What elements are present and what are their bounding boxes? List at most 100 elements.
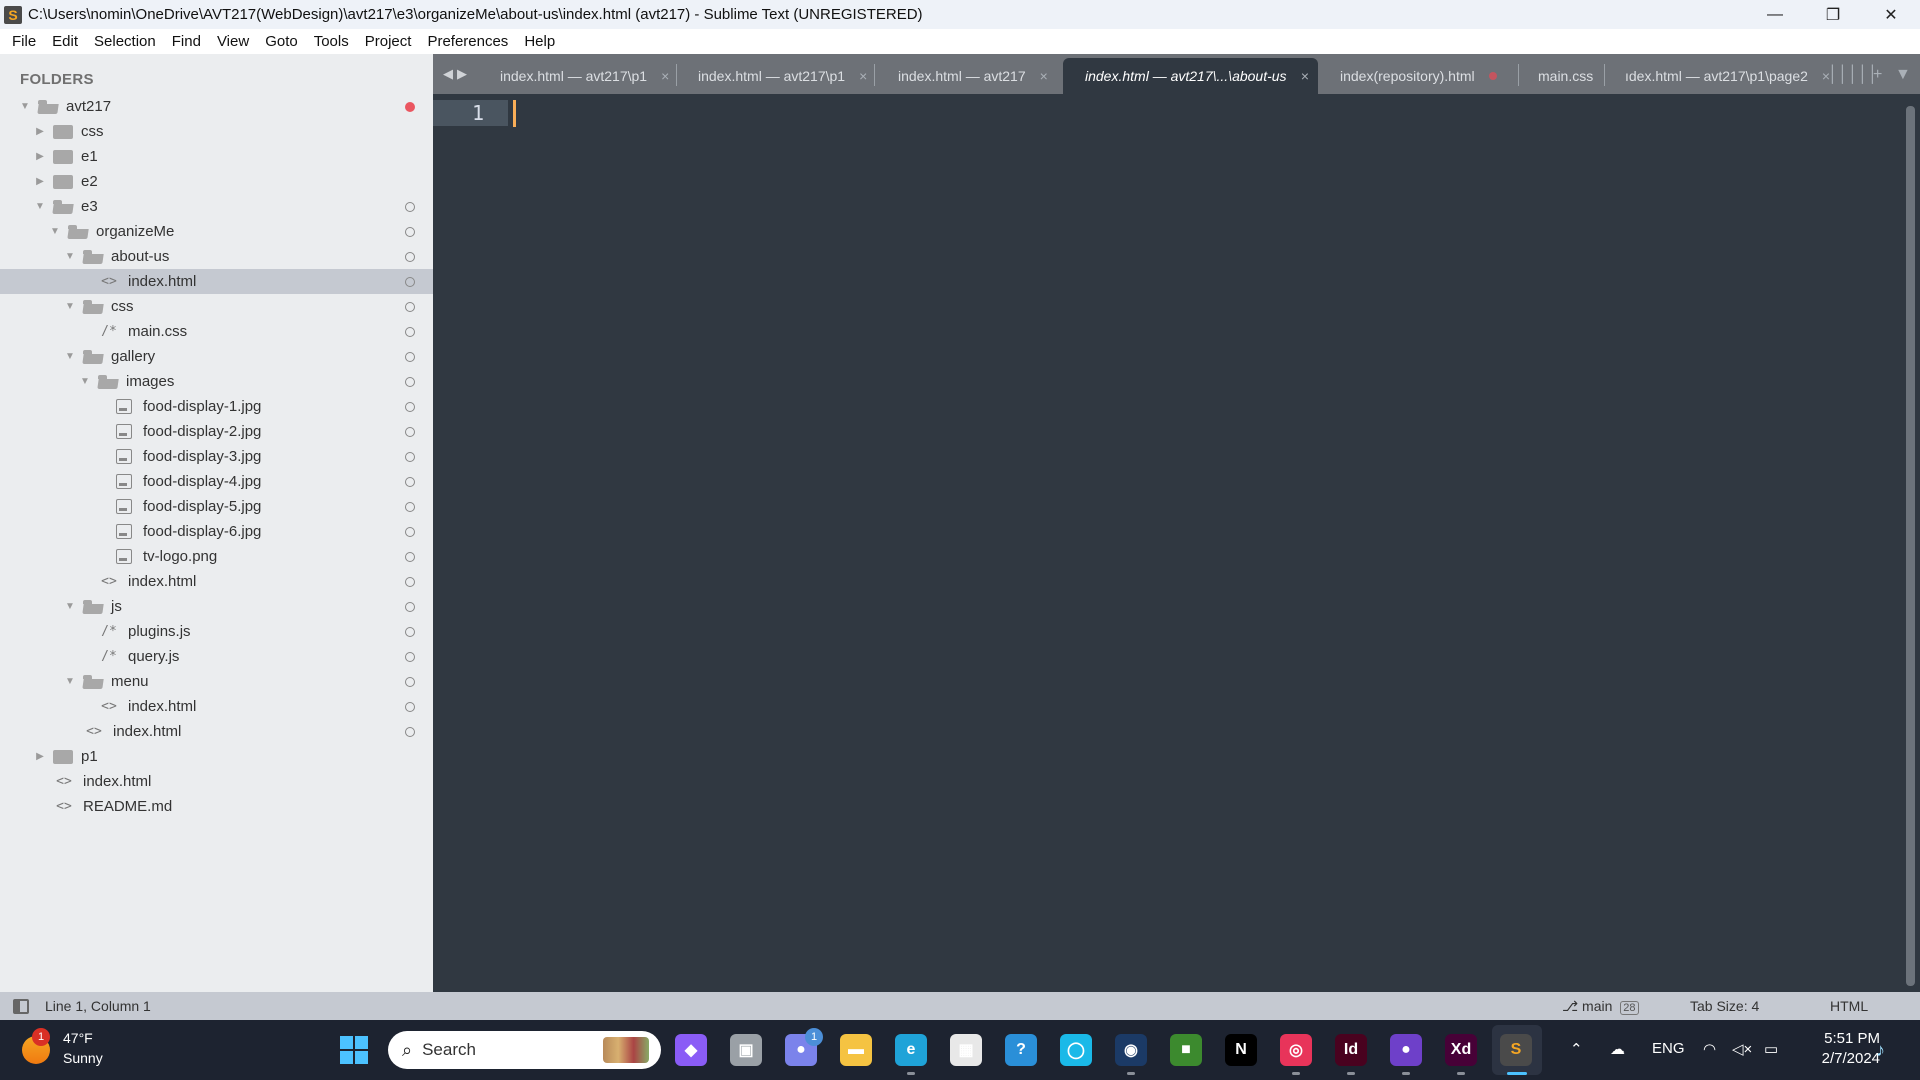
menu-help[interactable]: Help [516, 33, 563, 50]
unsaved-changes-icon[interactable] [1488, 72, 1497, 80]
tree-file[interactable]: /* query.js [0, 644, 433, 669]
edge-icon[interactable]: e [895, 1034, 927, 1066]
show-hidden-icons-icon[interactable]: ⌃ [1570, 1040, 1583, 1058]
tree-file[interactable]: <> index.html [0, 719, 433, 744]
clock-time[interactable]: 5:51 PM [1810, 1030, 1880, 1047]
editor-tab[interactable]: index(repository).html [1318, 58, 1518, 94]
battery-icon[interactable]: ▭ [1764, 1040, 1778, 1058]
file-explorer-icon[interactable]: ▬ [840, 1034, 872, 1066]
tree-file[interactable]: <> index.html [0, 569, 433, 594]
menu-view[interactable]: View [209, 33, 257, 50]
tree-file[interactable]: <> index.html [0, 269, 433, 294]
new-tab-button[interactable]: + [1873, 66, 1882, 84]
sublime-text-icon[interactable]: S [1500, 1034, 1532, 1066]
creative-cloud-icon[interactable]: ◎ [1280, 1034, 1312, 1066]
tree-file[interactable]: <> index.html [0, 694, 433, 719]
task-view-icon[interactable]: ▣ [730, 1034, 762, 1066]
chevron-down-icon[interactable]: ▼ [20, 101, 30, 112]
tab-overflow-menu-button[interactable]: ▼ [1895, 66, 1911, 84]
editor-tab[interactable]: index.html — avt217\p1 × [676, 58, 874, 94]
tree-file[interactable]: tv-logo.png [0, 544, 433, 569]
tree-folder[interactable]: ▶ e1 [0, 144, 433, 169]
minecraft-icon[interactable]: ■ [1170, 1034, 1202, 1066]
tree-folder[interactable]: ▶ css [0, 119, 433, 144]
adobe-xd-icon[interactable]: Xd [1445, 1034, 1477, 1066]
tree-folder[interactable]: ▼ e3 [0, 194, 433, 219]
clock-date[interactable]: 2/7/2024 [1800, 1050, 1880, 1067]
chevron-down-icon[interactable]: ▼ [50, 226, 60, 237]
steam-icon[interactable]: ◉ [1115, 1034, 1147, 1066]
tree-folder[interactable]: ▶ e2 [0, 169, 433, 194]
git-branch[interactable]: ⎇ main 28 [1562, 998, 1639, 1015]
tree-file[interactable]: <> README.md [0, 794, 433, 819]
volume-muted-icon[interactable]: ◁× [1732, 1040, 1752, 1058]
tree-folder[interactable]: ▼ avt217 [0, 94, 433, 119]
chevron-right-icon[interactable]: ▶ [35, 751, 45, 762]
alexa-icon[interactable]: ◯ [1060, 1034, 1092, 1066]
tree-file[interactable]: food-display-4.jpg [0, 469, 433, 494]
tree-file[interactable]: food-display-2.jpg [0, 419, 433, 444]
microsoft-store-icon[interactable]: ▦ [950, 1034, 982, 1066]
notification-bell-icon[interactable]: ♪ [1876, 1040, 1885, 1061]
chevron-down-icon[interactable]: ▼ [35, 201, 45, 212]
menu-file[interactable]: File [4, 33, 44, 50]
menu-edit[interactable]: Edit [44, 33, 86, 50]
chevron-down-icon[interactable]: ▼ [65, 301, 75, 312]
close-button[interactable]: ✕ [1862, 0, 1920, 29]
chevron-down-icon[interactable]: ▼ [80, 376, 90, 387]
get-help-icon[interactable]: ? [1005, 1034, 1037, 1066]
toggle-panel-icon[interactable] [13, 999, 29, 1014]
chevron-down-icon[interactable]: ▼ [65, 676, 75, 687]
copilot-icon[interactable]: ◆ [675, 1034, 707, 1066]
editor-scrollbar[interactable] [1906, 106, 1915, 986]
tree-folder[interactable]: ▼ organizeMe [0, 219, 433, 244]
editor-tab[interactable]: index.html — avt217\p1 × [478, 58, 676, 94]
menu-goto[interactable]: Goto [257, 33, 306, 50]
close-tab-icon[interactable]: × [1301, 68, 1309, 84]
tree-file[interactable]: food-display-1.jpg [0, 394, 433, 419]
chevron-right-icon[interactable]: ▶ [35, 176, 45, 187]
menu-selection[interactable]: Selection [86, 33, 164, 50]
tree-file[interactable]: /* plugins.js [0, 619, 433, 644]
maximize-button[interactable]: ❐ [1804, 0, 1862, 29]
editor-tab[interactable]: index.html — avt217 × [876, 58, 1061, 94]
chevron-down-icon[interactable]: ▼ [65, 601, 75, 612]
menu-tools[interactable]: Tools [306, 33, 357, 50]
tree-folder[interactable]: ▼ js [0, 594, 433, 619]
tree-folder[interactable]: ▼ gallery [0, 344, 433, 369]
tree-folder[interactable]: ▶ p1 [0, 744, 433, 769]
editor[interactable]: 1 [433, 94, 1920, 992]
editor-tab[interactable]: main.css [1516, 58, 1604, 94]
tree-file[interactable]: food-display-6.jpg [0, 519, 433, 544]
chevron-right-icon[interactable]: ▶ [35, 126, 45, 137]
start-button[interactable] [340, 1036, 368, 1064]
editor-tab[interactable]: ıdex.html — avt217\p1\page2 × [1603, 58, 1830, 94]
tab-nav-arrows-icon[interactable]: ◀▶ [443, 66, 471, 82]
tree-folder[interactable]: ▼ css [0, 294, 433, 319]
indesign-icon[interactable]: Id [1335, 1034, 1367, 1066]
menu-project[interactable]: Project [357, 33, 420, 50]
netflix-icon[interactable]: N [1225, 1034, 1257, 1066]
tree-file[interactable]: food-display-5.jpg [0, 494, 433, 519]
chevron-right-icon[interactable]: ▶ [35, 151, 45, 162]
collapsed-tabs-icon[interactable]: │││││ [1828, 66, 1878, 84]
github-desktop-icon[interactable]: ● [1390, 1034, 1422, 1066]
wifi-icon[interactable]: ◠ [1703, 1040, 1716, 1058]
minimize-button[interactable]: — [1746, 0, 1804, 29]
editor-tab[interactable]: index.html — avt217\...\about-us × [1063, 58, 1318, 94]
tree-folder[interactable]: ▼ menu [0, 669, 433, 694]
language-indicator[interactable]: ENG [1652, 1040, 1685, 1057]
tree-folder[interactable]: ▼ images [0, 369, 433, 394]
menu-find[interactable]: Find [164, 33, 209, 50]
close-tab-icon[interactable]: × [1040, 68, 1048, 84]
tree-file[interactable]: /* main.css [0, 319, 433, 344]
close-tab-icon[interactable]: × [859, 68, 867, 84]
menu-preferences[interactable]: Preferences [419, 33, 516, 50]
tree-folder[interactable]: ▼ about-us [0, 244, 433, 269]
tree-file[interactable]: food-display-3.jpg [0, 444, 433, 469]
tab-size[interactable]: Tab Size: 4 [1690, 998, 1759, 1014]
tree-file[interactable]: <> index.html [0, 769, 433, 794]
syntax-mode[interactable]: HTML [1830, 998, 1868, 1014]
chevron-down-icon[interactable]: ▼ [65, 251, 75, 262]
close-tab-icon[interactable]: × [661, 68, 669, 84]
